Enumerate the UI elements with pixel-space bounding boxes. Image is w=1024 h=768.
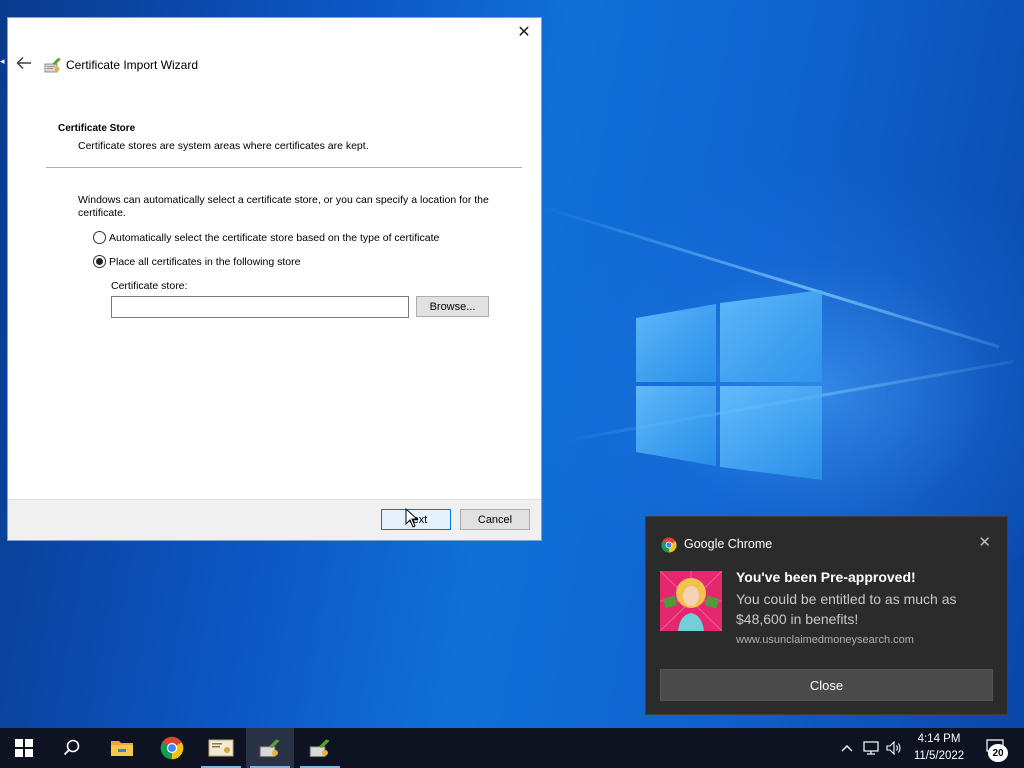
clock-time: 4:14 PM: [917, 733, 961, 745]
radio-button[interactable]: [93, 231, 106, 244]
dialog-title: Certificate Import Wizard: [66, 58, 199, 72]
certificate-store-label: Certificate store:: [111, 280, 188, 292]
notification-count-badge: 20: [988, 744, 1008, 762]
notification-close-button[interactable]: Close: [660, 669, 993, 701]
taskbar-certificate-manager[interactable]: [197, 728, 245, 768]
notification-count: 20: [992, 747, 1004, 759]
radio-place-in-store[interactable]: Place all certificates in the following …: [93, 255, 300, 268]
certificate-wizard-icon: [44, 58, 61, 73]
section-title: Certificate Store: [58, 123, 136, 134]
notification-app-name: Google Chrome: [684, 537, 773, 551]
taskbar-search-button[interactable]: [48, 728, 96, 768]
search-icon: [63, 739, 80, 756]
certificate-import-wizard-dialog: ✕ Certificate Import Wizard Certificate …: [7, 17, 542, 541]
network-icon: [863, 741, 879, 755]
file-explorer-icon: [111, 741, 133, 756]
chrome-icon: [661, 537, 677, 553]
certificate-store-input[interactable]: [111, 296, 409, 318]
dialog-close-button[interactable]: ✕: [515, 24, 533, 42]
chrome-notification-toast[interactable]: Google Chrome ✕ You've been Pre-approved…: [645, 516, 1008, 715]
radio-label: Place all certificates in the following …: [109, 255, 301, 268]
taskbar-certificate-wizard-active[interactable]: [246, 728, 294, 768]
windows-logo-wallpaper-icon: [636, 290, 822, 480]
radio-label: Automatically select the certificate sto…: [109, 231, 440, 244]
windows-start-icon: [15, 739, 33, 757]
notification-headline: You've been Pre-approved!: [736, 569, 916, 585]
certificate-manager-icon: [208, 739, 234, 757]
taskbar-chrome[interactable]: [148, 728, 196, 768]
start-button[interactable]: [0, 728, 48, 768]
chrome-icon: [160, 736, 184, 760]
volume-tray-button[interactable]: [884, 728, 904, 768]
speaker-icon: [886, 741, 901, 755]
notification-promo-image: [660, 571, 722, 631]
taskbar-clock[interactable]: 4:14 PM 11/5/2022: [903, 731, 975, 765]
back-arrow-icon[interactable]: [16, 56, 32, 70]
taskbar-certificate-wizard-2[interactable]: [296, 728, 344, 768]
taskbar-file-explorer[interactable]: [98, 728, 146, 768]
network-tray-button[interactable]: [860, 728, 882, 768]
browse-button[interactable]: Browse...: [416, 296, 489, 317]
notification-dismiss-icon[interactable]: ✕: [978, 533, 991, 553]
notification-body: You could be entitled to as much as $48,…: [736, 591, 957, 627]
certificate-wizard-icon: [259, 739, 280, 758]
radio-button-selected[interactable]: [93, 255, 106, 268]
next-button[interactable]: Next: [381, 509, 451, 530]
taskbar: 4:14 PM 11/5/2022: [0, 728, 1024, 768]
notification-source-url: www.usunclaimedmoneysearch.com: [736, 634, 914, 646]
header-divider: [46, 167, 522, 168]
show-hidden-icons-button[interactable]: [838, 728, 856, 768]
clock-date: 11/5/2022: [913, 750, 965, 762]
close-icon: ✕: [517, 24, 531, 41]
intro-text: Windows can automatically select a certi…: [78, 194, 489, 219]
cancel-button[interactable]: Cancel: [460, 509, 530, 530]
section-description: Certificate stores are system areas wher…: [78, 140, 369, 152]
radio-auto-select-store[interactable]: Automatically select the certificate sto…: [93, 231, 439, 244]
desktop-edge-glyph: ◂: [0, 56, 5, 66]
certificate-wizard-icon-2: [309, 739, 330, 758]
chevron-up-icon: [841, 745, 853, 752]
